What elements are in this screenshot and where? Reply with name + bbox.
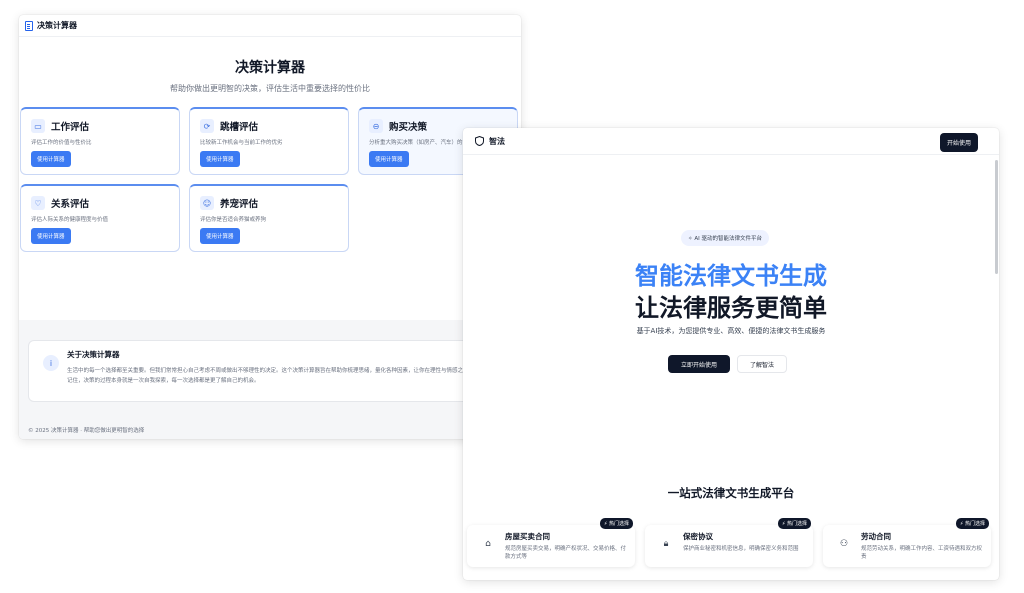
doc-card-nda[interactable]: ⚡︎ 热门选择 🔒︎ 保密协议 保护商业秘密和机密信息，明确保密义务和范围 xyxy=(645,518,813,567)
doc-card-labor-contract[interactable]: ⚡︎ 热门选择 ⚇ 劳动合同 规范劳动关系，明确工作内容、工资待遇和双方权责 xyxy=(823,518,991,567)
hot-tag: ⚡︎ 热门选择 xyxy=(955,518,989,529)
doc-title: 劳动合同 xyxy=(861,532,891,541)
learn-more-button[interactable]: 了解智法 xyxy=(737,355,787,373)
card-desc: 评估你是否适合养猫或养狗 xyxy=(200,217,267,223)
use-calculator-button[interactable]: 使用计算器 xyxy=(31,151,71,167)
page-subtitle: 帮助你做出更明智的决策，评估生活中重要选择的性价比 xyxy=(170,84,370,93)
doc-desc: 规范房屋买卖交易，明确产权状况、交易价格、付款方式等 xyxy=(505,546,627,560)
hot-tag-text: 热门选择 xyxy=(786,521,807,527)
page-title: 决策计算器 xyxy=(235,60,305,76)
app-header: 智法 xyxy=(463,128,999,155)
hero-title-line2: 让法律服务更简单 xyxy=(635,294,827,322)
hot-tag: ⚡︎ 热门选择 xyxy=(599,518,633,529)
use-calculator-button[interactable]: 使用计算器 xyxy=(200,228,240,244)
heart-icon: ♡ xyxy=(31,196,45,210)
about-title: 关于决策计算器 xyxy=(67,350,120,359)
car-icon: ⊖ xyxy=(369,119,383,133)
ai-badge: ✧ AI 驱动的智能法律文件平台 xyxy=(681,230,769,246)
use-calculator-button[interactable]: 使用计算器 xyxy=(200,151,240,167)
about-section: i 关于决策计算器 生活中的每一个选择都至关重要。但我们常常担心自己考虑不周或做… xyxy=(19,320,521,439)
card-title: 工作评估 xyxy=(51,122,90,133)
footer-copyright: © 2025 决策计算器 · 帮助您做出更明智的选择 xyxy=(28,428,145,434)
about-card: i 关于决策计算器 生活中的每一个选择都至关重要。但我们常常担心自己考虑不周或做… xyxy=(28,340,512,402)
doc-desc: 保护商业秘密和机密信息，明确保密义务和范围 xyxy=(683,546,799,552)
briefcase-icon: ▭ xyxy=(31,119,45,133)
hot-tag: ⚡︎ 热门选择 xyxy=(777,518,811,529)
start-using-button[interactable]: 开始使用 xyxy=(939,133,978,152)
hot-tag-text: 热门选择 xyxy=(964,521,985,527)
doc-title: 房屋买卖合同 xyxy=(505,532,550,541)
refresh-icon: ⟳ xyxy=(200,119,214,133)
card-relationship-evaluation[interactable]: ♡ 关系评估 评估人际关系的健康程度与价值 使用计算器 xyxy=(20,184,180,252)
hot-tag-text: 热门选择 xyxy=(608,521,629,527)
pet-icon: ☺ xyxy=(200,196,214,210)
card-pet-evaluation[interactable]: ☺ 养宠评估 评估你是否适合养猫或养狗 使用计算器 xyxy=(189,184,349,252)
decision-calculator-window: 决策计算器 决策计算器 帮助你做出更明智的决策，评估生活中重要选择的性价比 ▭ 工… xyxy=(19,15,521,439)
card-desc: 评估人际关系的健康程度与价值 xyxy=(31,217,109,223)
lock-icon: 🔒︎ xyxy=(663,539,669,549)
header-title: 决策计算器 xyxy=(37,21,77,30)
about-text: 生活中的每一个选择都至关重要。但我们常常担心自己考虑不周或做出不够理性的决定。这… xyxy=(67,368,497,384)
doc-desc: 规范劳动关系，明确工作内容、工资待遇和双方权责 xyxy=(861,546,983,560)
card-job-evaluation[interactable]: ▭ 工作评估 评估工作的价值与性价比 使用计算器 xyxy=(20,107,180,175)
use-calculator-button[interactable]: 使用计算器 xyxy=(31,228,71,244)
doc-card-house-sale[interactable]: ⚡︎ 热门选择 ⌂ 房屋买卖合同 规范房屋买卖交易，明确产权状况、交易价格、付款… xyxy=(467,518,635,567)
badge-text: AI 驱动的智能法律文件平台 xyxy=(694,236,762,242)
card-title: 养宠评估 xyxy=(220,199,259,210)
card-desc: 评估工作的价值与性价比 xyxy=(31,140,92,146)
users-icon: ⚇ xyxy=(839,539,849,549)
doc-title: 保密协议 xyxy=(683,532,713,541)
legal-platform-window: 智法 开始使用 ✧ AI 驱动的智能法律文件平台 智能法律文书生成 让法律服务更… xyxy=(463,128,999,580)
section-title: 一站式法律文书生成平台 xyxy=(667,486,795,500)
info-icon: i xyxy=(43,355,59,371)
card-title: 跳槽评估 xyxy=(220,122,259,133)
use-calculator-button[interactable]: 使用计算器 xyxy=(369,151,409,167)
start-now-button[interactable]: 立即开始使用 xyxy=(668,355,730,373)
app-header: 决策计算器 xyxy=(19,15,521,37)
shield-logo-icon xyxy=(475,136,484,146)
hero-subtitle: 基于AI技术，为您提供专业、高效、便捷的法律文书生成服务 xyxy=(636,327,826,335)
brand-name: 智法 xyxy=(489,136,505,146)
hero-title-line1: 智能法律文书生成 xyxy=(635,262,827,290)
card-title: 关系评估 xyxy=(51,199,90,210)
card-desc: 比较新工作机会与当前工作的优劣 xyxy=(200,140,283,146)
calculator-logo-icon xyxy=(25,20,33,31)
card-job-change-evaluation[interactable]: ⟳ 跳槽评估 比较新工作机会与当前工作的优劣 使用计算器 xyxy=(189,107,349,175)
house-icon: ⌂ xyxy=(485,539,491,549)
card-title: 购买决策 xyxy=(389,122,428,133)
